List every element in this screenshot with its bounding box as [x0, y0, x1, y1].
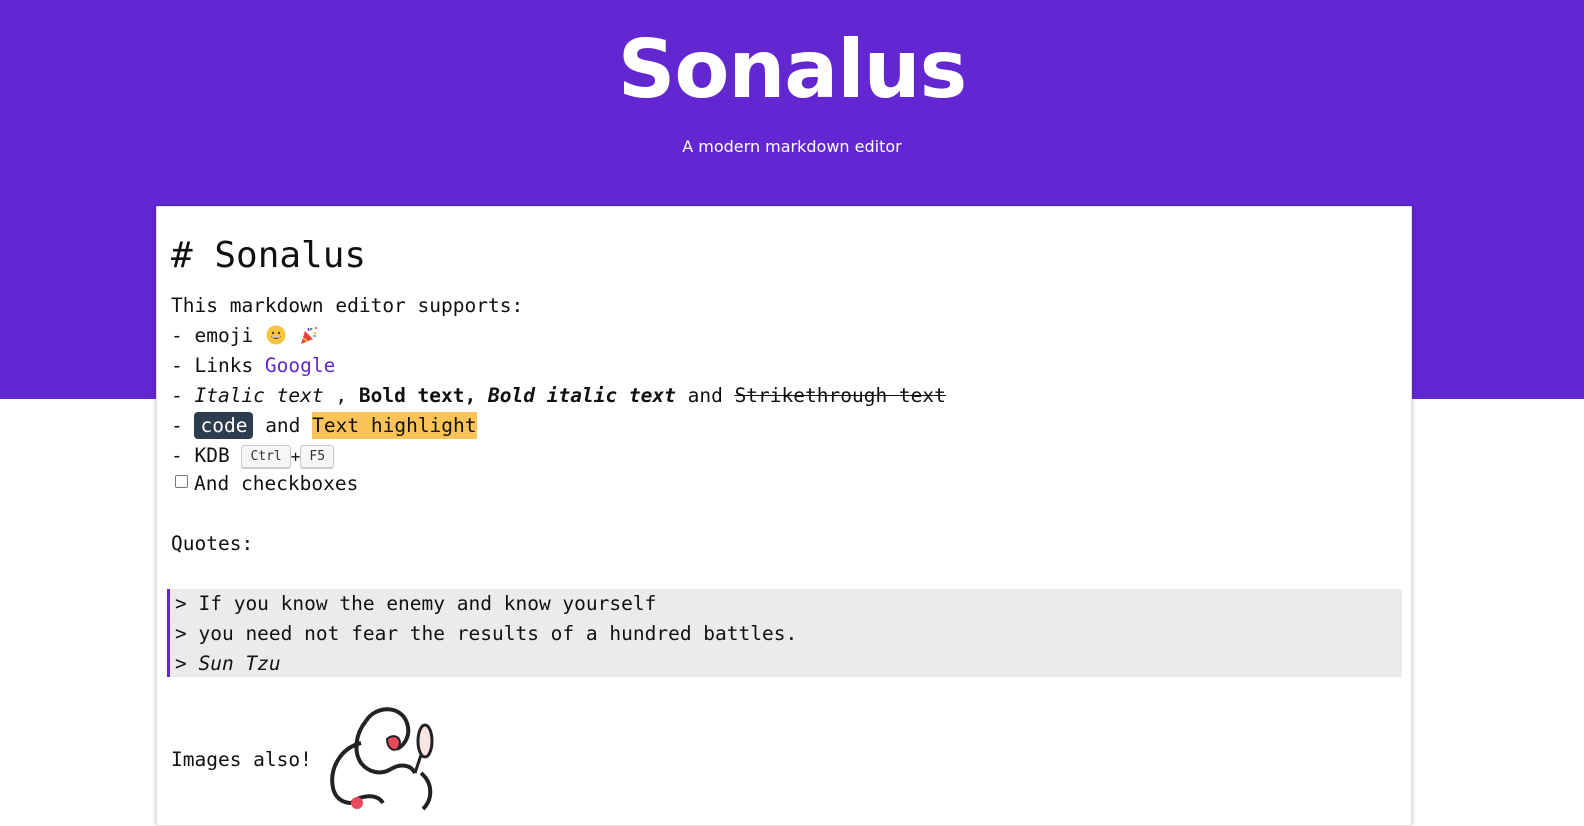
- formatting-prefix: -: [171, 384, 195, 407]
- monkey-mirror-image: [330, 707, 434, 811]
- kbd-key-ctrl: Ctrl: [241, 445, 291, 469]
- kbd-prefix: - KDB: [171, 444, 242, 467]
- app-title: Sonalus: [617, 23, 968, 116]
- markdown-editor[interactable]: # Sonalus This markdown editor supports:…: [156, 206, 1412, 826]
- quote-marker: >: [175, 652, 199, 675]
- formatting-line: - Italic text , Bold text, Bold italic t…: [171, 381, 946, 411]
- blockquote: > If you know the enemy and know yoursel…: [167, 589, 1402, 677]
- code-prefix: -: [171, 414, 195, 437]
- task-checkbox[interactable]: [175, 475, 188, 488]
- quote-line-1: > If you know the enemy and know yoursel…: [175, 592, 657, 615]
- code-and-text: and: [253, 414, 313, 437]
- quote-author: Sun Tzu: [198, 652, 281, 675]
- kbd-plus: +: [290, 447, 301, 466]
- checkbox-line: And checkboxes: [175, 469, 358, 499]
- separator-1: ,: [323, 384, 359, 407]
- separator-2: [476, 384, 488, 407]
- party-popper-icon: [300, 327, 317, 344]
- links-line: - Links Google: [171, 351, 335, 381]
- quotes-label: Quotes:: [171, 532, 254, 555]
- italic-text: Italic text: [194, 384, 324, 407]
- editor-heading: # Sonalus: [171, 235, 367, 276]
- text-highlight: Text highlight: [312, 412, 477, 439]
- and-text: and: [675, 384, 735, 407]
- checkbox-label: And checkboxes: [194, 472, 359, 495]
- quote-line-3: > Sun Tzu: [175, 649, 281, 679]
- bold-text: Bold text,: [358, 384, 477, 407]
- app-subtitle: A modern markdown editor: [682, 137, 902, 156]
- images-label: Images also!: [171, 748, 312, 771]
- inline-code: code: [194, 412, 254, 439]
- google-link[interactable]: Google: [265, 354, 335, 377]
- grinning-face-icon: [266, 325, 286, 345]
- kbd-key-f5: F5: [300, 445, 335, 469]
- code-line: - code and Text highlight: [171, 411, 477, 441]
- kbd-line: - KDB Ctrl + F5: [171, 441, 335, 472]
- links-prefix: - Links: [171, 354, 265, 377]
- strikethrough-text: Strikethrough text: [734, 384, 946, 407]
- emoji-line-text: - emoji: [171, 324, 254, 347]
- bold-italic-text: Bold italic text: [488, 384, 676, 407]
- quote-line-2: > you need not fear the results of a hun…: [175, 622, 798, 645]
- intro-line: This markdown editor supports:: [171, 294, 524, 317]
- emoji-line: - emoji: [171, 321, 319, 351]
